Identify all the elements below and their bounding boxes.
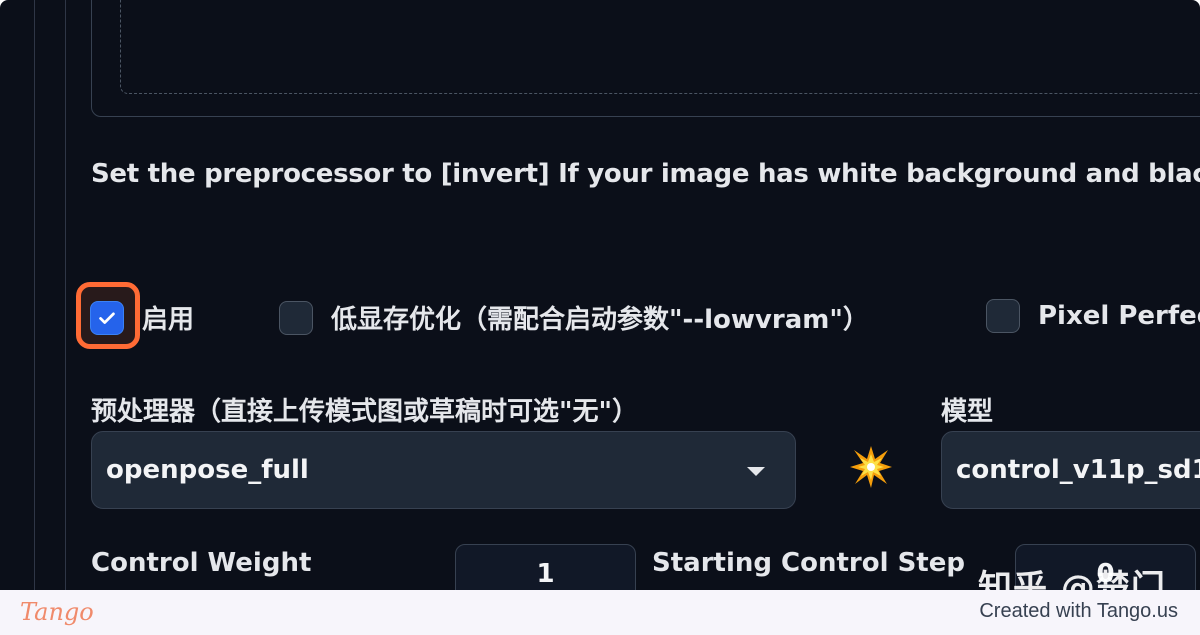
- preprocessor-hint: Set the preprocessor to [invert] If your…: [91, 159, 1200, 189]
- control-weight-label: Control Weight: [91, 548, 312, 578]
- enable-label: 启用: [142, 305, 195, 335]
- explosion-icon[interactable]: [848, 444, 894, 490]
- chevron-down-icon: [747, 467, 765, 476]
- image-drop-zone[interactable]: [120, 0, 1200, 94]
- zhihu-watermark: 知乎 @楚门: [978, 568, 1166, 590]
- starting-step-label: Starting Control Step: [652, 548, 965, 578]
- model-value: control_v11p_sd15_: [956, 455, 1200, 485]
- tango-logo: Tango: [20, 598, 94, 626]
- enable-checkbox-item[interactable]: 启用: [90, 299, 194, 336]
- preprocessor-select[interactable]: openpose_full: [91, 431, 796, 509]
- pixel-perfect-label: Pixel Perfect: [1038, 301, 1200, 331]
- model-label: 模型: [941, 397, 994, 427]
- pixel-perfect-checkbox-item[interactable]: Pixel Perfect: [986, 299, 1200, 333]
- preprocessor-value: openpose_full: [106, 455, 309, 485]
- lowvram-label: 低显存优化（需配合启动参数"--lowvram"）: [331, 305, 869, 335]
- model-select[interactable]: control_v11p_sd15_: [941, 431, 1200, 509]
- controlnet-panel: Set the preprocessor to [invert] If your…: [0, 0, 1200, 590]
- preprocessor-label: 预处理器（直接上传模式图或草稿时可选"无"）: [91, 397, 639, 427]
- lowvram-checkbox[interactable]: [279, 300, 313, 335]
- control-weight-value: 1: [536, 559, 555, 589]
- enable-checkbox[interactable]: [90, 300, 124, 335]
- pixel-perfect-checkbox[interactable]: [986, 299, 1020, 333]
- left-rail: [34, 0, 66, 590]
- lowvram-checkbox-item[interactable]: 低显存优化（需配合启动参数"--lowvram"）: [279, 299, 869, 336]
- image-upload-area[interactable]: [91, 0, 1200, 117]
- checkmark-icon: [99, 312, 115, 324]
- created-with-tango: Created with Tango.us: [979, 600, 1178, 622]
- control-weight-input[interactable]: 1: [455, 544, 636, 590]
